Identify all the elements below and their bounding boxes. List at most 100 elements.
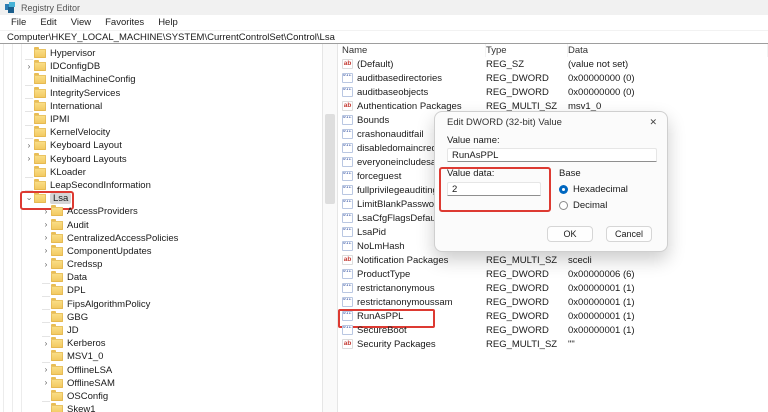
dword-value-icon: 011110: [342, 297, 353, 307]
column-header-data[interactable]: Data: [568, 44, 768, 57]
tree-item-offlinesam[interactable]: › OfflineSAM: [0, 377, 322, 390]
registry-value-row[interactable]: abSecurity PackagesREG_MULTI_SZ"": [338, 337, 768, 351]
tree-item-msv1-0[interactable]: MSV1_0: [0, 350, 322, 363]
menu-item-file[interactable]: File: [4, 17, 33, 28]
registry-value-row[interactable]: 011110restrictanonymoussamREG_DWORD0x000…: [338, 295, 768, 309]
chevron-right-icon[interactable]: ›: [41, 220, 51, 230]
tree-item-integrityservices[interactable]: IntegrityServices: [0, 87, 322, 100]
tree-scrollbar[interactable]: [322, 44, 338, 412]
value-data-field[interactable]: [447, 182, 541, 196]
tree-item-keyboard-layouts[interactable]: › Keyboard Layouts: [0, 153, 322, 166]
tree-item-audit[interactable]: ›Audit: [0, 218, 322, 231]
registry-value-row[interactable]: 011110restrictanonymousREG_DWORD0x000000…: [338, 281, 768, 295]
tree-item-ipmi[interactable]: IPMI: [0, 113, 322, 126]
tree-item-international[interactable]: International: [0, 100, 322, 113]
tree-item-accessproviders[interactable]: ›AccessProviders: [0, 205, 322, 218]
window-title: Registry Editor: [21, 3, 80, 13]
value-data-cell: scecli: [568, 255, 768, 266]
chevron-right-icon[interactable]: ›: [41, 378, 51, 388]
tree-item-dpl[interactable]: DPL: [0, 284, 322, 297]
registry-value-row[interactable]: 011110auditbaseobjectsREG_DWORD0x0000000…: [338, 85, 768, 99]
menu-item-help[interactable]: Help: [151, 17, 185, 28]
folder-icon: [51, 221, 63, 230]
dword-value-icon: 011110: [342, 171, 353, 181]
chevron-down-icon[interactable]: ›: [24, 194, 34, 204]
chevron-right-icon[interactable]: ›: [41, 365, 51, 375]
chevron-right-icon[interactable]: ›: [41, 260, 51, 270]
registry-value-row[interactable]: 011110RunAsPPLREG_DWORD0x00000001 (1): [338, 309, 768, 323]
radio-unselected-icon[interactable]: [559, 201, 568, 210]
value-data-cell: 0x00000000 (0): [568, 73, 768, 84]
tree-item-componentupdates[interactable]: ›ComponentUpdates: [0, 245, 322, 258]
folder-icon: [51, 326, 63, 335]
tree-item-kerberos[interactable]: › Kerberos: [0, 337, 322, 350]
tree-item-centralizedaccesspolicies[interactable]: ›CentralizedAccessPolicies: [0, 232, 322, 245]
value-type-cell: REG_MULTI_SZ: [486, 255, 568, 266]
ok-button[interactable]: OK: [547, 226, 593, 242]
chevron-right-icon[interactable]: ›: [41, 207, 51, 217]
value-type-cell: REG_DWORD: [486, 73, 568, 84]
tree-item-hypervisor[interactable]: Hypervisor: [0, 47, 322, 60]
folder-icon: [34, 89, 46, 98]
tree-item-label: Keyboard Layouts: [50, 154, 127, 165]
chevron-right-icon[interactable]: ›: [41, 339, 51, 349]
tree-item-kernelvelocity[interactable]: KernelVelocity: [0, 126, 322, 139]
registry-value-row[interactable]: 011110auditbasedirectoriesREG_DWORD0x000…: [338, 71, 768, 85]
column-header-type[interactable]: Type: [486, 44, 568, 57]
dword-value-icon: 011110: [342, 73, 353, 83]
tree-item-credssp[interactable]: ›Credssp: [0, 258, 322, 271]
folder-icon: [34, 141, 46, 150]
value-type-cell: REG_SZ: [486, 59, 568, 70]
menu-item-favorites[interactable]: Favorites: [98, 17, 151, 28]
tree-item-osconfig[interactable]: OSConfig: [0, 390, 322, 403]
menu-item-view[interactable]: View: [64, 17, 98, 28]
cancel-button[interactable]: Cancel: [606, 226, 652, 242]
address-bar[interactable]: Computer\HKEY_LOCAL_MACHINE\SYSTEM\Curre…: [0, 30, 768, 44]
tree-item-keyboard-layout[interactable]: ›Keyboard Layout: [0, 139, 322, 152]
tree-item-label: OfflineSAM: [67, 378, 115, 389]
tree-item-data[interactable]: Data: [0, 271, 322, 284]
chevron-right-icon[interactable]: ›: [24, 62, 34, 72]
tree-item-label: Data: [67, 272, 87, 283]
tree-item-skew1[interactable]: Skew1: [0, 403, 322, 412]
tree-item-kloader[interactable]: KLoader: [0, 166, 322, 179]
menu-item-edit[interactable]: Edit: [33, 17, 63, 28]
value-name-field[interactable]: [447, 148, 657, 162]
tree-item-label: FipsAlgorithmPolicy: [67, 299, 150, 310]
folder-icon: [51, 207, 63, 216]
chevron-right-icon[interactable]: ›: [41, 246, 51, 256]
value-type-cell: REG_DWORD: [486, 325, 568, 336]
dword-value-icon: 011110: [342, 311, 353, 321]
tree-item-gbg[interactable]: GBG: [0, 311, 322, 324]
registry-value-row[interactable]: 011110ProductTypeREG_DWORD0x00000006 (6): [338, 267, 768, 281]
tree-item-label: Kerberos: [67, 338, 106, 349]
tree-item-offlinelsa[interactable]: ›OfflineLSA: [0, 364, 322, 377]
tree-item-idconfigdb[interactable]: ›IDConfigDB: [0, 60, 322, 73]
tree-scrollbar-thumb[interactable]: [325, 114, 335, 204]
registry-value-row[interactable]: abNotification PackagesREG_MULTI_SZscecl…: [338, 253, 768, 267]
registry-value-row[interactable]: 011110SecureBootREG_DWORD0x00000001 (1): [338, 323, 768, 337]
tree-item-label: KLoader: [50, 167, 86, 178]
tree-item-fipsalgorithmpolicy[interactable]: FipsAlgorithmPolicy: [0, 298, 322, 311]
base-option-hexadecimal[interactable]: Hexadecimal: [559, 184, 628, 195]
base-option-decimal[interactable]: Decimal: [559, 200, 628, 211]
tree-item-jd[interactable]: JD: [0, 324, 322, 337]
dialog-title: Edit DWORD (32-bit) Value: [447, 117, 562, 128]
tree-item-lsa[interactable]: ›Lsa: [0, 192, 322, 205]
value-name-cell: abSecurity Packages: [338, 339, 486, 350]
chevron-right-icon[interactable]: ›: [24, 154, 34, 164]
tree-item-initialmachineconfig[interactable]: InitialMachineConfig: [0, 73, 322, 86]
value-name-cell: abNotification Packages: [338, 255, 486, 266]
tree-item-label: KernelVelocity: [50, 127, 110, 138]
chevron-right-icon[interactable]: ›: [41, 233, 51, 243]
folder-icon: [34, 128, 46, 137]
value-type-cell: REG_MULTI_SZ: [486, 339, 568, 350]
value-type-cell: REG_DWORD: [486, 297, 568, 308]
tree-item-leapsecondinformation[interactable]: LeapSecondInformation: [0, 179, 322, 192]
chevron-right-icon[interactable]: ›: [24, 141, 34, 151]
column-header-name[interactable]: Name: [338, 44, 486, 57]
folder-icon: [51, 234, 63, 243]
radio-selected-icon[interactable]: [559, 185, 568, 194]
registry-value-row[interactable]: ab(Default)REG_SZ(value not set): [338, 57, 768, 71]
close-icon[interactable]: ✕: [649, 117, 657, 128]
